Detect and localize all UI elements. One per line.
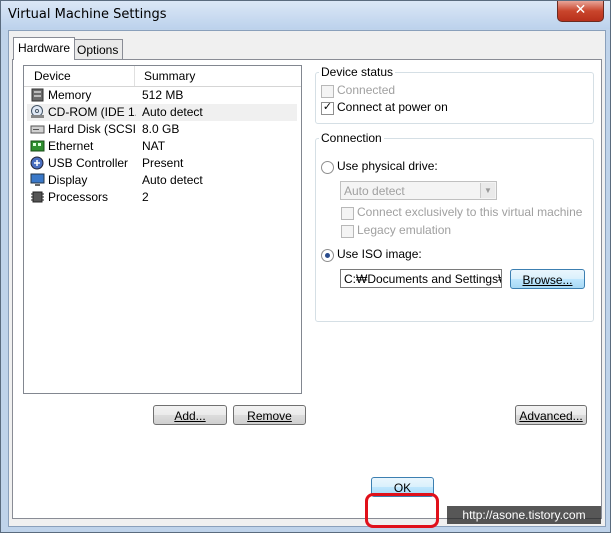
- cdrom-icon: [30, 105, 45, 119]
- device-list[interactable]: Device Summary Memory 512 MB CD-ROM (IDE…: [23, 65, 302, 394]
- connect-at-power-on-checkbox[interactable]: ✓: [321, 101, 334, 115]
- tab-hardware[interactable]: Hardware: [13, 37, 76, 60]
- ethernet-icon: [30, 139, 45, 153]
- device-name: Display: [48, 173, 88, 187]
- remove-button[interactable]: Remove: [233, 405, 306, 425]
- device-summary: 8.0 GB: [142, 122, 180, 136]
- device-row-display[interactable]: Display Auto detect: [27, 172, 297, 189]
- watermark: http://asone.tistory.com: [447, 506, 601, 524]
- physical-drive-value: Auto detect: [344, 184, 405, 198]
- iso-path-input[interactable]: C:₩Documents and Settings₩n...: [340, 269, 502, 288]
- add-button-label: Add...: [174, 409, 206, 423]
- harddisk-icon: [30, 122, 45, 136]
- processor-icon: [30, 190, 45, 204]
- remove-button-label: Remove: [247, 409, 292, 423]
- dialog-client: Hardware Options Device Summary Memory 5…: [8, 30, 606, 527]
- memory-icon: [30, 88, 45, 102]
- advanced-button[interactable]: Advanced...: [515, 405, 587, 425]
- hardware-panel: Device Summary Memory 512 MB CD-ROM (IDE…: [12, 59, 602, 519]
- display-icon: [30, 173, 45, 187]
- close-icon: ✕: [574, 2, 587, 18]
- connected-label: Connected: [337, 83, 396, 97]
- device-name: Memory: [48, 88, 92, 102]
- device-status-group: Device status Connected ✓ Connect at pow…: [315, 65, 594, 124]
- use-iso-image-radio[interactable]: [321, 249, 334, 262]
- close-button[interactable]: ✕: [557, 1, 604, 22]
- device-summary: Present: [142, 156, 184, 170]
- add-button[interactable]: Add...: [153, 405, 227, 425]
- device-summary: Auto detect: [142, 173, 203, 187]
- physical-drive-select[interactable]: Auto detect ▼: [340, 181, 497, 200]
- device-name: Ethernet: [48, 139, 94, 153]
- window-title: Virtual Machine Settings: [8, 7, 167, 22]
- use-iso-image-label: Use ISO image:: [337, 247, 422, 261]
- browse-button-label: Browse...: [522, 273, 573, 287]
- device-row-ethernet[interactable]: Ethernet NAT: [27, 138, 297, 155]
- title-bar[interactable]: Virtual Machine Settings ✕: [1, 1, 610, 29]
- legacy-emulation-label: Legacy emulation: [357, 223, 452, 237]
- connection-group: Connection Use physical drive: Auto dete…: [315, 131, 594, 322]
- device-row-usb[interactable]: USB Controller Present: [27, 155, 297, 172]
- device-status-title: Device status: [319, 65, 396, 79]
- use-physical-drive-label: Use physical drive:: [337, 159, 438, 173]
- advanced-button-label: Advanced...: [519, 409, 583, 423]
- tab-options[interactable]: Options: [72, 39, 124, 60]
- usb-icon: [30, 156, 45, 170]
- connected-checkbox[interactable]: [321, 85, 334, 98]
- connect-exclusively-label: Connect exclusively to this virtual mach…: [357, 205, 583, 219]
- device-name: Hard Disk (SCSI...: [48, 122, 136, 136]
- legacy-emulation-checkbox[interactable]: [341, 225, 354, 238]
- dialog-window: Virtual Machine Settings ✕ Hardware Opti…: [0, 0, 611, 533]
- device-summary: Auto detect: [142, 105, 203, 119]
- connect-exclusively-checkbox[interactable]: [341, 207, 354, 220]
- device-summary: 2: [142, 190, 149, 204]
- connect-at-power-on-label: Connect at power on: [337, 100, 448, 114]
- column-header-device[interactable]: Device: [34, 69, 71, 83]
- device-summary: 512 MB: [142, 88, 184, 102]
- ok-highlight-annotation: [365, 493, 439, 528]
- device-row-memory[interactable]: Memory 512 MB: [27, 87, 297, 104]
- browse-button[interactable]: Browse...: [510, 269, 585, 289]
- device-row-harddisk[interactable]: Hard Disk (SCSI... 8.0 GB: [27, 121, 297, 138]
- list-header: Device Summary: [24, 66, 301, 87]
- device-summary: NAT: [142, 139, 166, 153]
- device-row-processors[interactable]: Processors 2: [27, 189, 297, 206]
- chevron-down-icon: ▼: [480, 183, 495, 198]
- connection-title: Connection: [319, 131, 384, 145]
- device-name: Processors: [48, 190, 109, 204]
- device-row-cdrom[interactable]: CD-ROM (IDE 1... Auto detect: [27, 104, 297, 121]
- device-name: CD-ROM (IDE 1...: [48, 105, 136, 119]
- column-header-summary[interactable]: Summary: [144, 69, 195, 83]
- use-physical-drive-radio[interactable]: [321, 161, 334, 174]
- device-name: USB Controller: [48, 156, 129, 170]
